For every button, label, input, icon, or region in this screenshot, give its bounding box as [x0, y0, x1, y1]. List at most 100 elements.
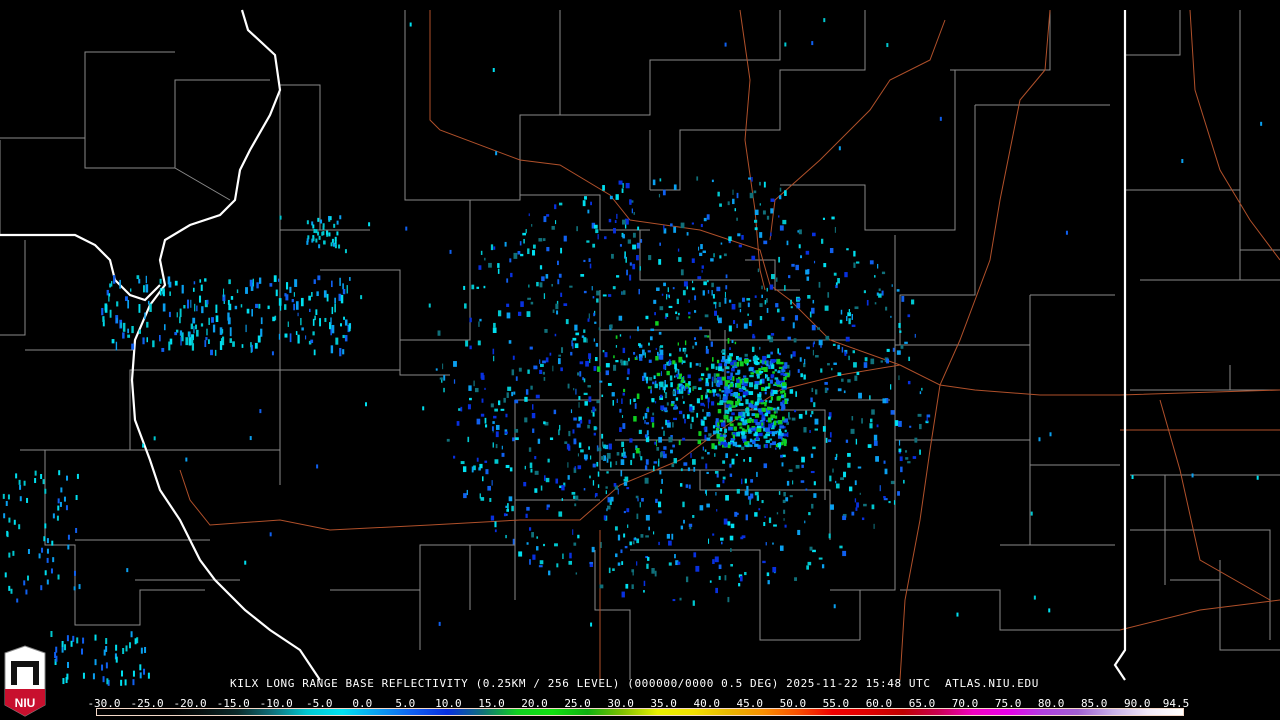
echo-pixel [688, 311, 691, 315]
echo-pixel [711, 363, 715, 369]
echo-pixel [245, 324, 247, 333]
echo-pixel [828, 416, 831, 420]
echo-pixel [599, 380, 603, 383]
echo-pixel [474, 387, 479, 393]
echo-pixel [809, 430, 811, 433]
echo-pixel [623, 533, 626, 538]
echo-pixel [702, 290, 705, 296]
echo-pixel [289, 286, 292, 293]
echo-pixel [174, 332, 178, 336]
echo-pixel [704, 434, 707, 440]
echo-pixel [804, 358, 806, 365]
echo-pixel [692, 345, 695, 349]
echo-pixel [792, 322, 795, 329]
echo-pixel [738, 302, 742, 308]
echo-pixel [507, 386, 512, 391]
echo-pixel [823, 18, 826, 23]
echo-pixel [717, 422, 720, 427]
echo-pixel [772, 542, 774, 545]
echo-pixel [733, 391, 739, 397]
echo-pixel [458, 408, 461, 411]
echo-pixel [708, 433, 712, 437]
echo-pixel [655, 401, 657, 404]
echo-pixel [882, 398, 887, 404]
echo-pixel [711, 401, 715, 406]
echo-pixel [725, 366, 730, 370]
echo-pixel [596, 290, 600, 296]
echo-pixel [655, 347, 657, 351]
echo-pixel [542, 238, 546, 242]
echo-pixel [702, 446, 704, 451]
echo-pixel [534, 456, 537, 460]
echo-pixel [719, 394, 721, 400]
echo-pixel [627, 239, 632, 244]
echo-pixel [495, 424, 500, 430]
echo-pixel [743, 323, 748, 329]
radar-map[interactable] [0, 0, 1280, 720]
echo-pixel [789, 495, 793, 498]
echo-pixel [781, 408, 784, 411]
echo-pixel [543, 293, 546, 299]
echo-pixel [616, 275, 620, 278]
echo-pixel [38, 553, 41, 559]
echo-pixel [748, 391, 754, 396]
echo-pixel [456, 421, 460, 426]
echo-pixel [546, 507, 549, 510]
echo-pixel [796, 298, 801, 301]
echo-pixel [736, 488, 740, 494]
echo-pixel [569, 552, 572, 559]
echo-pixel [232, 341, 235, 347]
echo-pixel [714, 470, 719, 474]
echo-pixel [736, 512, 739, 515]
echo-pixel [572, 337, 577, 341]
radar-echoes [2, 18, 1263, 686]
echo-pixel [612, 400, 614, 406]
echo-pixel [754, 401, 759, 406]
echo-pixel [750, 479, 754, 483]
echo-pixel [675, 311, 678, 315]
echo-pixel [162, 303, 166, 312]
echo-pixel [744, 358, 749, 364]
echo-pixel [699, 505, 704, 511]
echo-pixel [822, 426, 826, 432]
echo-pixel [568, 560, 573, 565]
echo-pixel [768, 423, 773, 428]
echo-pixel [61, 641, 64, 648]
echo-pixel [813, 481, 816, 486]
echo-pixel [771, 364, 775, 369]
echo-pixel [545, 274, 549, 279]
echo-pixel [105, 638, 108, 645]
echo-pixel [609, 195, 613, 200]
echo-pixel [145, 275, 147, 284]
echo-pixel [653, 531, 655, 535]
echo-pixel [777, 380, 781, 385]
echo-pixel [677, 369, 680, 375]
echo-pixel [616, 213, 618, 219]
echo-pixel [874, 302, 877, 305]
echo-pixel [588, 446, 590, 450]
echo-pixel [792, 480, 794, 485]
echo-pixel [492, 442, 494, 448]
echo-pixel [577, 453, 580, 457]
echo-pixel [515, 376, 518, 381]
echo-pixel [879, 485, 881, 492]
echo-pixel [94, 634, 97, 641]
echo-pixel [201, 306, 204, 314]
echo-pixel [638, 288, 640, 295]
echo-pixel [70, 640, 73, 647]
echo-pixel [573, 417, 577, 421]
echo-pixel [708, 413, 711, 416]
echo-pixel [338, 244, 341, 249]
echo-pixel [305, 335, 307, 340]
echo-pixel [543, 216, 547, 223]
echo-pixel [684, 349, 686, 355]
echo-pixel [769, 445, 772, 449]
echo-pixel [716, 509, 718, 512]
echo-pixel [570, 351, 573, 356]
echo-pixel [512, 437, 515, 442]
echo-pixel [771, 274, 775, 280]
echo-pixel [607, 383, 612, 386]
echo-pixel [706, 503, 710, 508]
echo-pixel [672, 422, 674, 428]
echo-pixel [504, 241, 507, 247]
